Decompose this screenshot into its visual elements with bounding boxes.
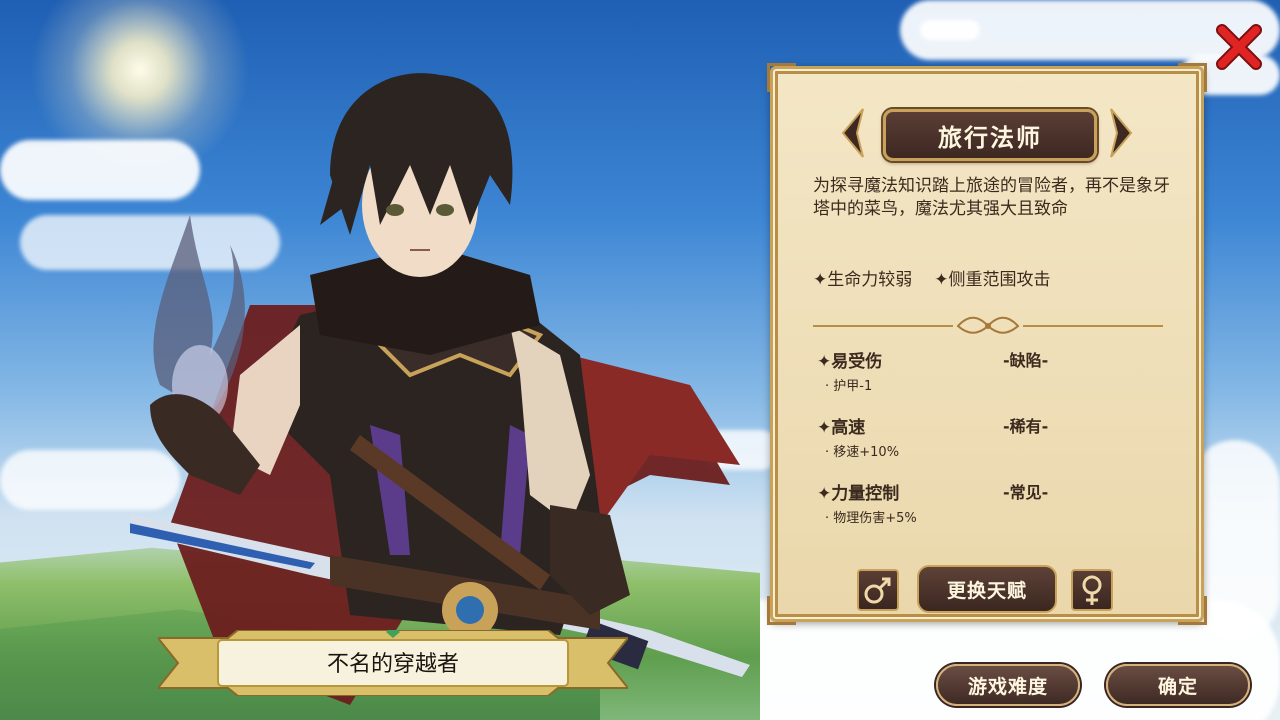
panel-corner: [767, 63, 796, 92]
player-name-field[interactable]: 不名的穿越者: [218, 646, 568, 678]
panel-corner: [1178, 596, 1207, 625]
next-class-button[interactable]: [1107, 105, 1137, 161]
female-symbol-icon: [1082, 575, 1102, 605]
change-talent-button[interactable]: 更换天赋: [917, 565, 1057, 613]
perk-item: ✦高速 -稀有- · 移速+10%: [817, 413, 1157, 460]
class-title-plate: 旅行法师: [883, 109, 1097, 161]
chevron-right-icon: [1110, 108, 1133, 158]
perk-rarity: -稀有-: [1003, 417, 1049, 436]
perk-item: ✦力量控制 -常见- · 物理伤害+5%: [817, 479, 1157, 526]
male-symbol-icon: [864, 577, 891, 604]
female-button[interactable]: [1071, 569, 1113, 611]
perk-item: ✦易受伤 -缺陷- · 护甲-1: [817, 347, 1157, 394]
perk-name: ✦高速: [817, 418, 866, 438]
perk-effect: · 移速+10%: [825, 445, 900, 460]
panel-corner: [767, 596, 796, 625]
perk-rarity: -常见-: [1003, 483, 1049, 502]
cloud: [920, 20, 980, 40]
perk-rarity: -缺陷-: [1003, 351, 1049, 370]
class-description: 为探寻魔法知识踏上旅途的冒险者，再不是象牙塔中的菜鸟，魔法尤其强大且致命: [813, 176, 1170, 219]
chevron-left-icon: [841, 108, 864, 158]
male-button[interactable]: [857, 569, 899, 611]
ornament-divider: [813, 316, 1163, 334]
prev-class-button[interactable]: [837, 105, 867, 161]
confirm-button[interactable]: 确定: [1106, 664, 1250, 706]
difficulty-button[interactable]: 游戏难度: [936, 664, 1080, 706]
perk-name: ✦易受伤: [817, 352, 883, 372]
panel-corner: [1178, 63, 1207, 92]
perk-effect: · 物理伤害+5%: [825, 511, 917, 526]
trait: ✦生命力较弱: [813, 270, 913, 290]
class-title: 旅行法师: [938, 123, 1042, 152]
eye: [386, 204, 404, 216]
perk-effect: · 护甲-1: [825, 379, 873, 394]
close-x-icon: [1216, 24, 1262, 70]
close-button[interactable]: [1214, 22, 1264, 72]
class-info-panel: 旅行法师 为探寻魔法知识踏上旅途的冒险者，再不是象牙塔中的菜鸟，魔法尤其强大且致…: [767, 63, 1207, 625]
trait: ✦侧重范围攻击: [934, 270, 1051, 290]
class-traits: ✦生命力较弱 ✦侧重范围攻击: [813, 265, 1051, 290]
belt-gem: [456, 596, 484, 624]
eye: [436, 204, 454, 216]
character-portrait: [130, 73, 750, 705]
perk-name: ✦力量控制: [817, 484, 900, 504]
